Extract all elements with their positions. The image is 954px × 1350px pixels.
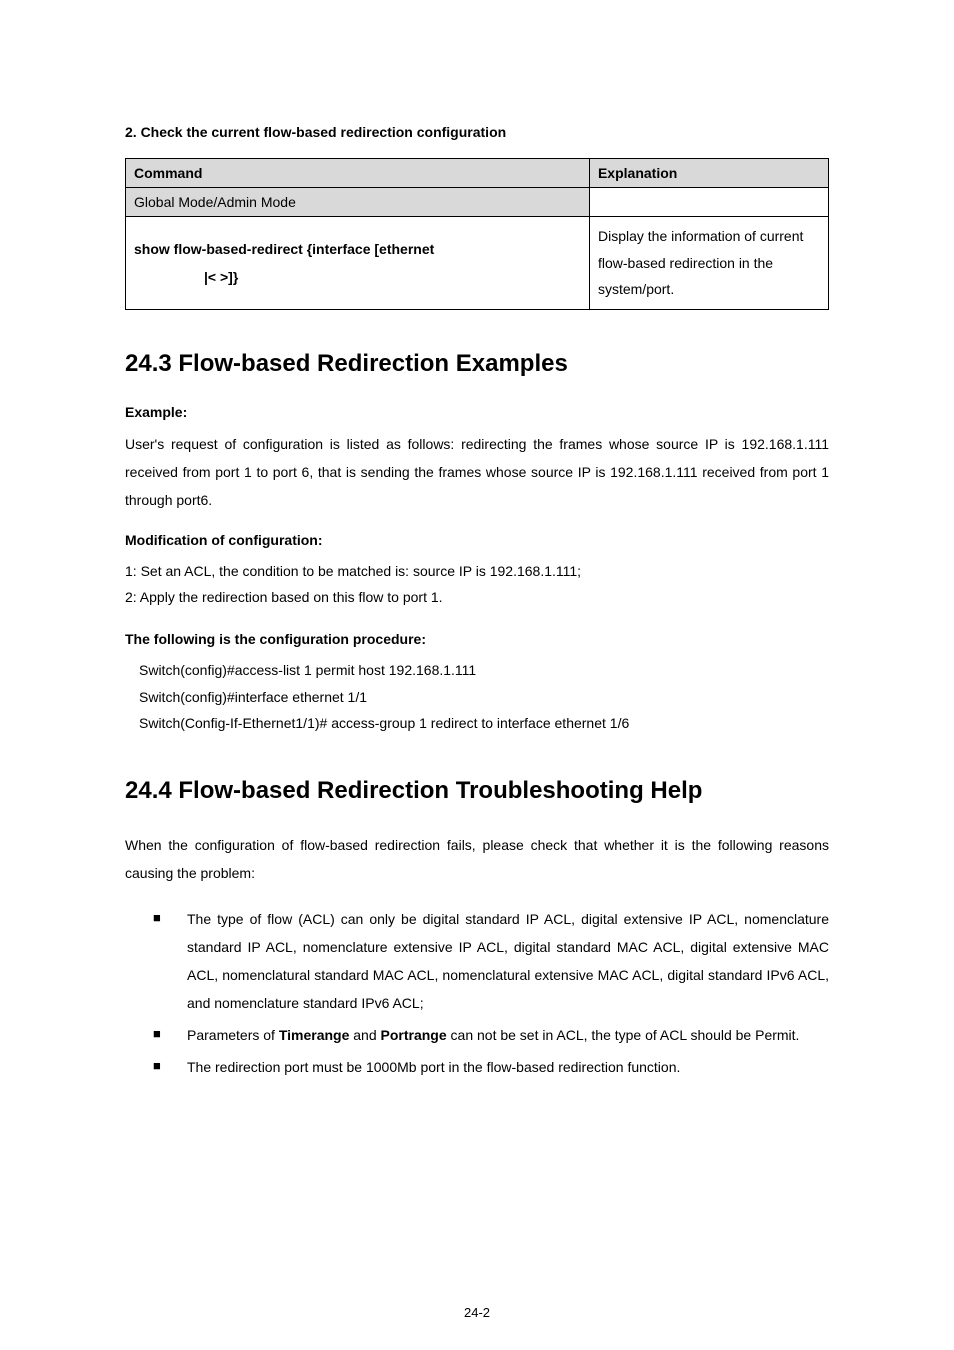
header-command: Command bbox=[134, 165, 202, 181]
bullet-3-text: The redirection port must be 1000Mb port… bbox=[187, 1059, 680, 1075]
command-line1: show flow-based-redirect {interface [eth… bbox=[134, 241, 434, 257]
mode-cell: Global Mode/Admin Mode bbox=[126, 188, 590, 217]
heading-24-4: 24.4 Flow-based Redirection Troubleshoot… bbox=[125, 777, 829, 805]
bullet-1-text: The type of flow (ACL) can only be digit… bbox=[187, 911, 829, 1011]
heading-24-3: 24.3 Flow-based Redirection Examples bbox=[125, 350, 829, 378]
bullet-2-timerange: Timerange bbox=[279, 1027, 350, 1043]
table-mode-row: Global Mode/Admin Mode bbox=[126, 188, 829, 217]
modification-label: Modification of configuration: bbox=[125, 532, 829, 548]
code-line-2: Switch(config)#interface ethernet 1/1 bbox=[139, 684, 829, 711]
section-intro-2: 2. Check the current flow-based redirect… bbox=[125, 124, 829, 140]
code-line-3: Switch(Config-If-Ethernet1/1)# access-gr… bbox=[139, 710, 829, 737]
header-explanation: Explanation bbox=[598, 165, 677, 181]
troubleshoot-list: The type of flow (ACL) can only be digit… bbox=[153, 905, 829, 1081]
page-number: 24-2 bbox=[0, 1305, 954, 1320]
list-item: The redirection port must be 1000Mb port… bbox=[153, 1053, 829, 1081]
example-label: Example: bbox=[125, 404, 829, 420]
bullet-2-part-a: Parameters of bbox=[187, 1027, 279, 1043]
example-body: User's request of configuration is liste… bbox=[125, 430, 829, 514]
list-item: The type of flow (ACL) can only be digit… bbox=[153, 905, 829, 1017]
bullet-2-part-e: can not be set in ACL, the type of ACL s… bbox=[447, 1027, 800, 1043]
command-line2: |< >]} bbox=[204, 269, 238, 285]
command-table-2: Command Explanation Global Mode/Admin Mo… bbox=[125, 158, 829, 310]
command-cell: show flow-based-redirect {interface [eth… bbox=[126, 217, 590, 310]
code-line-1: Switch(config)#access-list 1 permit host… bbox=[139, 657, 829, 684]
modification-step-2: 2: Apply the redirection based on this f… bbox=[125, 584, 829, 611]
table-command-row: show flow-based-redirect {interface [eth… bbox=[126, 217, 829, 310]
bullet-2-part-c: and bbox=[349, 1027, 380, 1043]
mode-explanation-cell bbox=[589, 188, 828, 217]
procedure-code: Switch(config)#access-list 1 permit host… bbox=[139, 657, 829, 737]
table-header-row: Command Explanation bbox=[126, 159, 829, 188]
explanation-cell: Display the information of current flow-… bbox=[589, 217, 828, 310]
modification-step-1: 1: Set an ACL, the condition to be match… bbox=[125, 558, 829, 585]
list-item: Parameters of Timerange and Portrange ca… bbox=[153, 1021, 829, 1049]
bullet-2-portrange: Portrange bbox=[381, 1027, 447, 1043]
troubleshoot-intro: When the configuration of flow-based red… bbox=[125, 831, 829, 887]
procedure-label: The following is the configuration proce… bbox=[125, 631, 829, 647]
